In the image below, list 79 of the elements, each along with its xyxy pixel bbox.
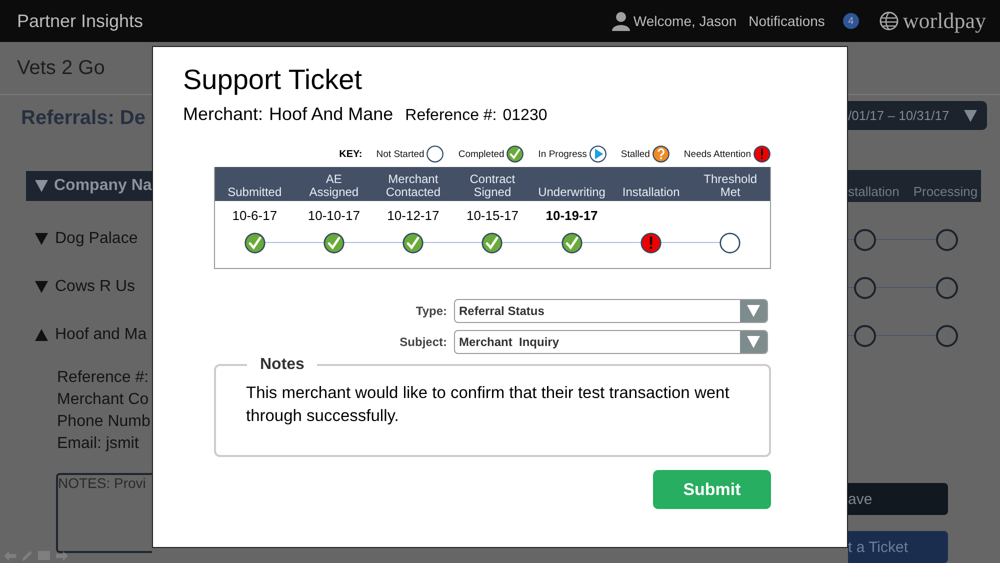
section-title: Referrals: De	[21, 106, 146, 130]
expand-caret-icon[interactable]	[35, 281, 48, 293]
user-icon[interactable]	[611, 11, 632, 31]
field-label: Subject:	[398, 335, 447, 349]
notes-box[interactable]: Notes This merchant would like to confirm that their test transaction went through successfully.	[214, 356, 771, 457]
field-label: Type:	[414, 304, 447, 318]
key-item-label: Completed	[458, 148, 504, 160]
reference-value: 01230	[502, 107, 548, 125]
key-item-label: Stalled	[620, 148, 650, 160]
detail-line: Email: jsmit	[57, 434, 140, 454]
merchant-name: Vets 2 Go	[17, 56, 105, 80]
not-started-status-icon	[719, 232, 742, 254]
notification-count: 4	[842, 13, 859, 29]
completed-status-icon	[560, 232, 583, 254]
app-title: Partner Insights	[17, 10, 144, 32]
action-button[interactable]: ave	[848, 483, 948, 515]
forward-arrow-icon[interactable]	[56, 551, 68, 561]
step-date: 10-6-17	[232, 208, 278, 223]
dialog-title: Support Ticket	[183, 64, 363, 96]
notes-text: This merchant would like to confirm that their test transaction went through successfully.	[246, 383, 730, 427]
completed-status-icon	[481, 232, 504, 254]
key-item-label: Not Started	[376, 148, 424, 160]
column-title: Processing	[913, 184, 978, 199]
company-name[interactable]: Hoof and Ma	[55, 326, 147, 344]
step-heading: Merchant Contacted	[384, 173, 442, 199]
date-range-dropdown[interactable]: /01/17 – 10/31/17	[848, 101, 987, 130]
step-heading: Underwriting	[537, 186, 606, 199]
stage-circle-icon	[936, 277, 958, 299]
notes-legend: Notes	[247, 356, 318, 374]
key-item-label: In Progress	[538, 148, 587, 160]
detail-line: Merchant Co	[57, 390, 150, 410]
needs-attention-status-icon	[753, 145, 771, 163]
completed-status-icon	[244, 232, 266, 254]
step-date: 10-19-17	[546, 208, 598, 223]
stage-circle-icon	[936, 325, 958, 347]
key-label: KEY:	[339, 148, 362, 160]
sort-caret-icon[interactable]	[35, 180, 48, 192]
not-started-status-icon	[426, 145, 444, 163]
expand-caret-icon[interactable]	[35, 233, 48, 245]
step-heading: Submitted	[226, 186, 283, 199]
notifications-link[interactable]: Notifications	[748, 13, 825, 29]
stage-circle-icon	[854, 277, 876, 299]
stage-circle-icon	[936, 229, 958, 251]
step-heading: Threshold Met	[702, 173, 758, 199]
company-name[interactable]: Dog Palace	[55, 230, 138, 248]
dropdown-field[interactable]: Merchant Inquiry	[454, 330, 768, 354]
dropdown-caret-icon[interactable]	[747, 305, 760, 317]
step-heading: Installation	[621, 186, 681, 199]
collapse-caret-icon[interactable]	[35, 329, 48, 341]
welcome-label: Welcome, Jason	[633, 13, 737, 29]
step-date: 10-12-17	[387, 208, 440, 223]
dropdown-caret-icon[interactable]	[747, 336, 760, 348]
column-title: Company Na	[54, 177, 152, 195]
stage-circle-icon	[854, 229, 876, 251]
completed-status-icon	[402, 232, 424, 254]
submit-button[interactable]: Submit	[653, 470, 771, 509]
company-name[interactable]: Cows R Us	[55, 278, 136, 296]
stalled-status-icon	[652, 145, 670, 163]
dropdown-caret-icon[interactable]	[964, 110, 977, 122]
key-item-label: Needs Attention	[684, 148, 751, 160]
step-heading: Contract Signed	[468, 173, 516, 199]
action-button[interactable]: t a Ticket	[848, 531, 948, 563]
step-heading: AE Assigned	[308, 173, 360, 199]
step-date: 10-15-17	[466, 208, 519, 223]
merchant-value: Hoof And Mane	[269, 104, 394, 125]
needs-attention-status-icon	[640, 232, 662, 254]
reference-label: Reference #:	[405, 107, 497, 125]
completed-status-icon	[506, 145, 524, 163]
merchant-label: Merchant:	[183, 104, 264, 125]
detail-line: Reference #:	[57, 368, 150, 388]
globe-icon	[878, 11, 899, 31]
step-date: 10-10-17	[308, 208, 360, 223]
in-progress-status-icon	[588, 145, 607, 163]
column-title: stallation	[848, 184, 900, 199]
stage-circle-icon	[854, 325, 876, 347]
detail-line: Phone Numb	[57, 412, 152, 432]
dropdown-field[interactable]: Referral Status	[454, 299, 768, 323]
logo-text: worldpay	[902, 8, 986, 34]
completed-status-icon	[322, 232, 345, 254]
